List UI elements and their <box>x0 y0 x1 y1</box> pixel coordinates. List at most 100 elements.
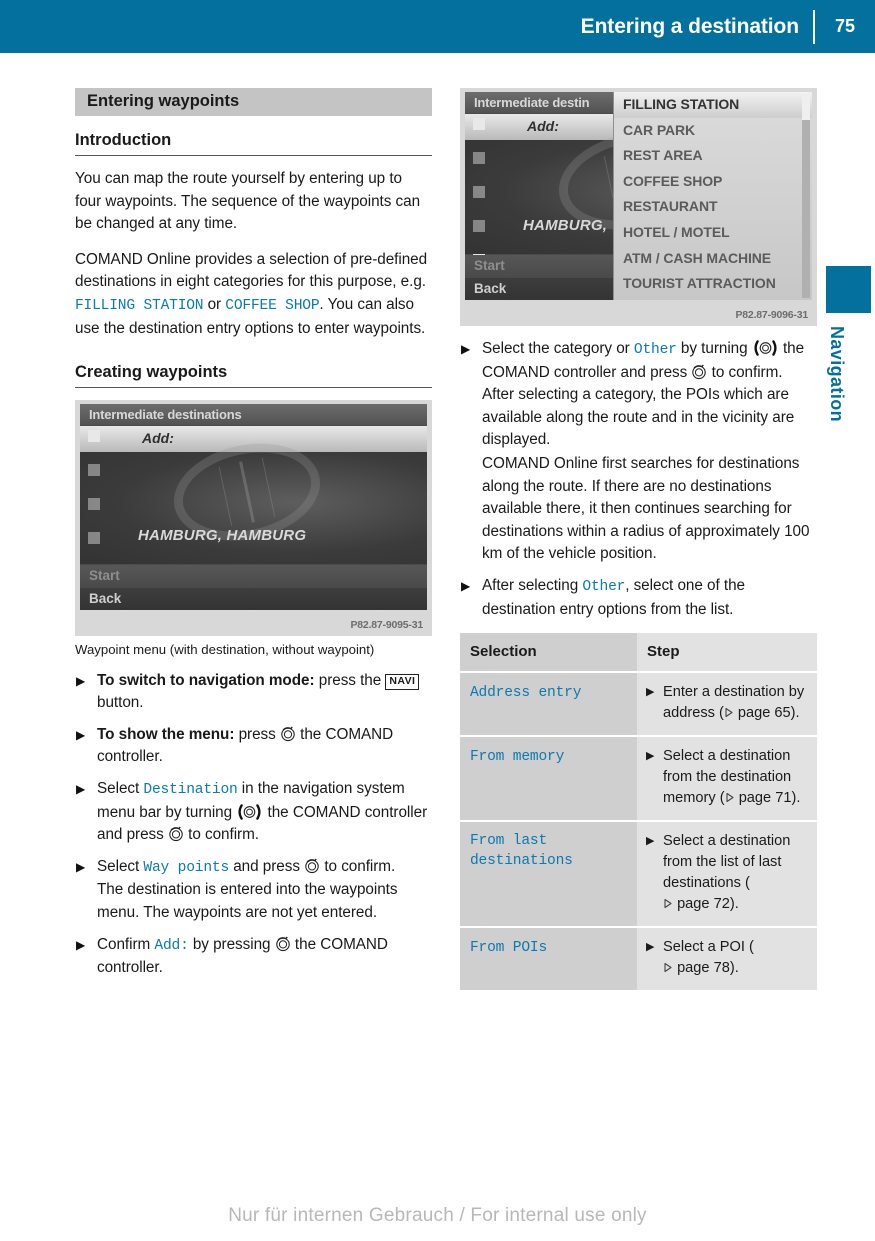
intro-paragraph-1: You can map the route yourself by enteri… <box>75 170 421 233</box>
navi-button-icon: NAVI <box>385 673 420 690</box>
section-band-title: Entering waypoints <box>75 88 432 116</box>
step-text-4c: to confirm. <box>320 857 396 875</box>
step-select-destination: ▶ Select Destination in the navigation sy… <box>75 778 432 847</box>
step-after-selecting-other: ▶ After selecting Other, select one of th… <box>460 575 817 621</box>
creating-waypoints-heading: Creating waypoints <box>75 363 228 382</box>
poi-item-hotel-motel[interactable]: HOTEL / MOTEL <box>614 220 812 246</box>
step-lead-2: To show the menu: <box>97 725 235 743</box>
flag-icon-4 <box>473 220 485 232</box>
flag-icon-1 <box>473 118 485 130</box>
poi-scrollbar[interactable] <box>802 94 810 298</box>
rstep-text-1b: by turning <box>676 340 752 357</box>
step-bullet-icon: ▶ <box>461 578 471 593</box>
step-text-1a: press the <box>314 671 386 689</box>
poi-item-coffee-shop[interactable]: COFFEE SHOP <box>614 169 812 195</box>
poi-item-tourist-attraction[interactable]: TOURIST ATTRACTION <box>614 271 812 297</box>
page-ref-label: page 65 <box>737 705 791 722</box>
comand-turn-icon <box>236 803 263 820</box>
table-cell-selection: From memory <box>460 735 637 822</box>
mono-from-memory: From memory <box>470 749 565 766</box>
flag-icon-1 <box>88 430 100 443</box>
table-row: From POIs ▶ Select a POI ( page 78). <box>460 926 817 991</box>
poi-category-list[interactable]: FILLING STATION CAR PARK REST AREA COFFE… <box>613 92 812 300</box>
step-select-waypoints: ▶ Select Way points and press to confirm.… <box>75 856 432 925</box>
step-text-3a: Select <box>97 780 144 798</box>
poi-item-rest-area[interactable]: REST AREA <box>614 143 812 169</box>
rstep-text-1d: to confirm. <box>707 363 783 381</box>
page-ref-arrow-icon <box>725 789 735 803</box>
rstep-continuation-1: After selecting a category, the POIs whi… <box>482 386 795 449</box>
table-cell-step: ▶ Select a POI ( page 78). <box>637 926 817 991</box>
step-text-5a: Confirm <box>97 935 155 953</box>
page-ref-label: page 78 <box>677 960 730 977</box>
left-column: Entering waypoints Introduction You can … <box>75 88 432 989</box>
rstep-continuation-2: COMAND Online first searches for destina… <box>482 454 810 563</box>
flag-icon-2 <box>88 464 100 477</box>
screen-destination-city: HAMBURG, <box>523 217 608 234</box>
rstep-text-2a: After selecting <box>482 576 583 594</box>
step-bullet-icon: ▶ <box>646 686 655 699</box>
mono-from-pois: From POIs <box>470 940 548 957</box>
heading-rule <box>75 155 432 156</box>
step-text-2a: press <box>234 725 280 743</box>
intro-p2-part-a: COMAND Online provides a selection of pr… <box>75 250 428 291</box>
thumb-tab-label: Navigation <box>827 326 847 423</box>
step-bullet-icon: ▶ <box>76 782 86 797</box>
comand-press-icon <box>168 826 184 842</box>
comand-press-icon <box>691 364 707 380</box>
table-step-tail: ). <box>791 790 801 807</box>
table-step-text: Select a destination from the list of la… <box>663 833 791 892</box>
step-text-1b: button. <box>97 694 144 712</box>
screen-add-label: Add: <box>527 118 559 134</box>
step-show-menu: ▶ To show the menu: press the COMAND cont… <box>75 724 432 769</box>
table-header-step: Step <box>637 633 817 673</box>
screen-body: Intermediate destin Add: HAMBURG, Start … <box>465 92 812 300</box>
screen-titlebar: Intermediate destinations <box>80 404 427 426</box>
step-lead-1: To switch to navigation mode: <box>97 671 315 689</box>
poi-item-atm-cash-machine[interactable]: ATM / CASH MACHINE <box>614 246 812 272</box>
intro-p2-part-b: or <box>203 295 226 313</box>
step-text-5b: by pressing <box>188 935 275 953</box>
mono-from-last-destinations: From last destinations <box>470 833 573 870</box>
table-header-selection: Selection <box>460 633 637 673</box>
mono-address-entry: Address entry <box>470 685 582 702</box>
section-thumb-tab: Navigation <box>826 266 875 422</box>
step-bullet-icon: ▶ <box>76 937 86 952</box>
destination-entry-options-table: Selection Step Address entry ▶ Enter a de… <box>460 633 817 991</box>
page-ref-arrow-icon <box>663 959 673 973</box>
poi-item-restaurant[interactable]: RESTAURANT <box>614 194 812 220</box>
right-column: Intermediate destin Add: HAMBURG, Start … <box>460 88 817 991</box>
figure-code: P82.87-9095-31 <box>350 619 423 632</box>
table-step-tail: ). <box>790 705 800 722</box>
poi-item-car-park[interactable]: CAR PARK <box>614 118 812 144</box>
page-reference: page 72 <box>663 896 730 912</box>
header-inner: Entering a destination 75 <box>581 0 875 53</box>
flag-icon-3 <box>88 498 100 511</box>
mono-way-points: Way points <box>143 859 229 876</box>
table-cell-step: ▶ Enter a destination by address ( page 6… <box>637 671 817 737</box>
comand-turn-icon <box>752 340 779 356</box>
rstep-text-1a: Select the category or <box>482 340 634 357</box>
page-header: Entering a destination 75 <box>0 0 875 53</box>
flag-icon-4 <box>88 532 100 545</box>
left-step-list: ▶ To switch to navigation mode: press the… <box>75 670 432 980</box>
comand-press-icon <box>280 726 296 742</box>
page-reference: page 65 <box>724 705 791 721</box>
thumb-tab-marker <box>826 266 871 313</box>
step-text-4b: and press <box>229 857 305 875</box>
page-ref-label: page 71 <box>738 790 792 807</box>
page-reference: page 78 <box>663 960 730 976</box>
figure-caption: Waypoint menu (with destination, without… <box>75 642 375 658</box>
waypoint-menu-screenshot: Intermediate destinations Add: HAMBURG, … <box>75 400 432 637</box>
poi-item-filling-station[interactable]: FILLING STATION <box>614 92 812 118</box>
page-title: Entering a destination <box>580 14 799 38</box>
mono-destination: Destination <box>143 782 238 799</box>
figure-code: P82.87-9096-31 <box>735 309 808 321</box>
flag-icon-2 <box>473 152 485 164</box>
step-confirm-add: ▶ Confirm Add: by pressing the COMAND con… <box>75 934 432 980</box>
step-bullet-icon: ▶ <box>461 342 471 356</box>
poi-scrollbar-thumb[interactable] <box>802 94 810 120</box>
step-text-3d: to confirm. <box>183 826 259 844</box>
step-bullet-icon: ▶ <box>76 673 86 688</box>
step-bullet-icon: ▶ <box>76 727 86 742</box>
